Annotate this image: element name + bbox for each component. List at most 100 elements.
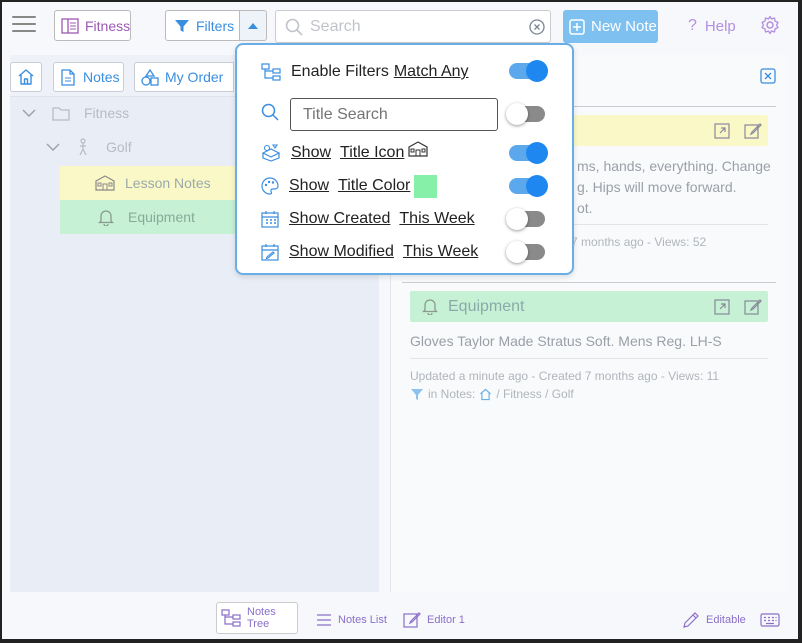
calendar-icon <box>261 210 279 228</box>
search-icon <box>261 103 279 121</box>
app-window: Fitness Filters New Note ? Help <box>2 2 798 639</box>
notes-tree-label: Notes Tree <box>247 606 276 630</box>
note-path[interactable]: / Fitness / Golf <box>496 387 573 401</box>
filters-popup: Enable Filters Match Any Show Title Icon… <box>235 43 574 275</box>
home-icon[interactable] <box>479 388 492 401</box>
note-text: ms, hands, everything. Change g. Hips wi… <box>577 158 771 216</box>
filters-button[interactable]: Filters <box>165 10 240 41</box>
sort-order-label: My Order <box>165 69 224 85</box>
bell-icon <box>98 209 114 226</box>
tree-item-label: Fitness <box>84 105 130 121</box>
show-created-link[interactable]: Show Created <box>289 210 390 228</box>
title-color-toggle[interactable] <box>509 175 548 197</box>
pencil-icon <box>682 611 700 629</box>
palette-icon <box>261 177 279 195</box>
divider <box>410 358 768 359</box>
folder-icon <box>52 106 70 121</box>
keyboard-icon[interactable] <box>760 613 780 627</box>
editor-tab[interactable]: Editor 1 <box>403 605 465 635</box>
editable-toggle[interactable]: Editable <box>682 605 746 635</box>
enable-filters-label: Enable Filters <box>291 63 389 80</box>
edit-icon[interactable] <box>744 122 762 140</box>
gear-icon[interactable] <box>760 15 780 35</box>
filters-toggle-button[interactable] <box>239 10 267 41</box>
title-icon-toggle[interactable] <box>509 142 548 164</box>
calendar-edit-icon <box>261 243 279 261</box>
funnel-icon <box>410 388 424 401</box>
golfer-icon <box>76 138 90 156</box>
help-button[interactable]: ? Help <box>688 15 736 37</box>
editable-label: Editable <box>706 614 746 626</box>
show-modified-link[interactable]: Show Modified <box>289 243 394 261</box>
notebook-label: Fitness <box>85 17 131 34</box>
note-meta: 7 months ago - Views: 52 <box>571 235 707 249</box>
note-meta: Updated a minute ago - Created 7 months … <box>410 369 720 383</box>
notes-button[interactable]: Notes <box>53 62 124 92</box>
title-color-row: Show Title Color <box>261 172 438 200</box>
notes-list-label: Notes List <box>338 614 387 626</box>
modified-period-link[interactable]: This Week <box>403 243 478 261</box>
open-external-icon[interactable] <box>714 299 730 315</box>
search-input[interactable] <box>310 17 510 37</box>
question-icon: ? <box>688 17 697 34</box>
chevron-down-icon[interactable] <box>46 142 60 152</box>
home-button[interactable] <box>10 62 42 92</box>
open-external-icon[interactable] <box>714 123 730 139</box>
show-modified-row: Show Modified This Week <box>261 238 478 266</box>
enable-filters-toggle[interactable] <box>509 60 548 82</box>
menu-icon[interactable] <box>12 16 36 36</box>
tree-structure-icon <box>261 63 281 81</box>
new-note-button[interactable]: New Note <box>563 10 658 43</box>
new-note-label: New Note <box>591 18 657 35</box>
show-link[interactable]: Show <box>291 144 331 162</box>
tree-structure-icon <box>221 609 241 627</box>
divider <box>402 282 776 283</box>
caret-up-icon <box>247 22 259 30</box>
show-link[interactable]: Show <box>289 177 329 195</box>
shapes-icon <box>141 68 159 86</box>
clear-search-icon[interactable] <box>529 19 545 35</box>
tree-item-label: Equipment <box>128 209 195 225</box>
notes-list-tab[interactable]: Notes List <box>316 605 387 635</box>
show-created-row: Show Created This Week <box>261 205 475 233</box>
note-card-header-equipment[interactable]: Equipment <box>410 291 768 322</box>
title-icon-link[interactable]: Title Icon <box>340 144 404 162</box>
edit-icon <box>403 611 421 629</box>
bell-icon <box>422 298 438 315</box>
help-label: Help <box>704 17 736 35</box>
title-search-input[interactable] <box>290 98 498 131</box>
chevron-down-icon[interactable] <box>22 108 36 118</box>
created-period-link[interactable]: This Week <box>399 210 474 228</box>
title-icon-row: Show Title Icon <box>261 139 428 167</box>
title-color-swatch[interactable] <box>414 174 438 198</box>
match-any-link[interactable]: Match Any <box>394 63 469 81</box>
school-icon <box>95 175 115 191</box>
filters-label: Filters <box>196 17 235 34</box>
note-location: in Notes: / Fitness / Golf <box>410 387 574 401</box>
note-text: Gloves Taylor Made Stratus Soft. Mens Re… <box>410 333 722 349</box>
notes-label: Notes <box>83 69 120 85</box>
title-color-link[interactable]: Title Color <box>338 177 410 195</box>
tree-item-label: Golf <box>106 139 132 155</box>
notes-tree-tab[interactable]: Notes Tree <box>216 602 298 634</box>
document-icon <box>61 68 75 86</box>
edit-icon[interactable] <box>744 298 762 316</box>
funnel-icon <box>174 18 190 34</box>
editor-label: Editor 1 <box>427 614 465 626</box>
show-modified-toggle[interactable] <box>506 241 545 263</box>
in-notes-label: in Notes: <box>428 387 476 401</box>
school-icon[interactable] <box>408 141 428 157</box>
title-search-toggle[interactable] <box>506 103 545 125</box>
search-icon <box>285 18 303 36</box>
search-box <box>275 10 551 43</box>
close-panel-icon[interactable] <box>760 68 776 84</box>
plus-square-icon <box>569 18 585 35</box>
home-icon <box>17 68 35 86</box>
sort-order-button[interactable]: My Order <box>134 62 234 92</box>
tree-item-label: Lesson Notes <box>125 175 211 191</box>
list-icon <box>316 613 332 627</box>
note-title: Equipment <box>448 297 525 315</box>
show-created-toggle[interactable] <box>506 208 545 230</box>
notebook-button[interactable]: Fitness <box>54 10 131 41</box>
shapes-box-icon <box>261 144 281 162</box>
